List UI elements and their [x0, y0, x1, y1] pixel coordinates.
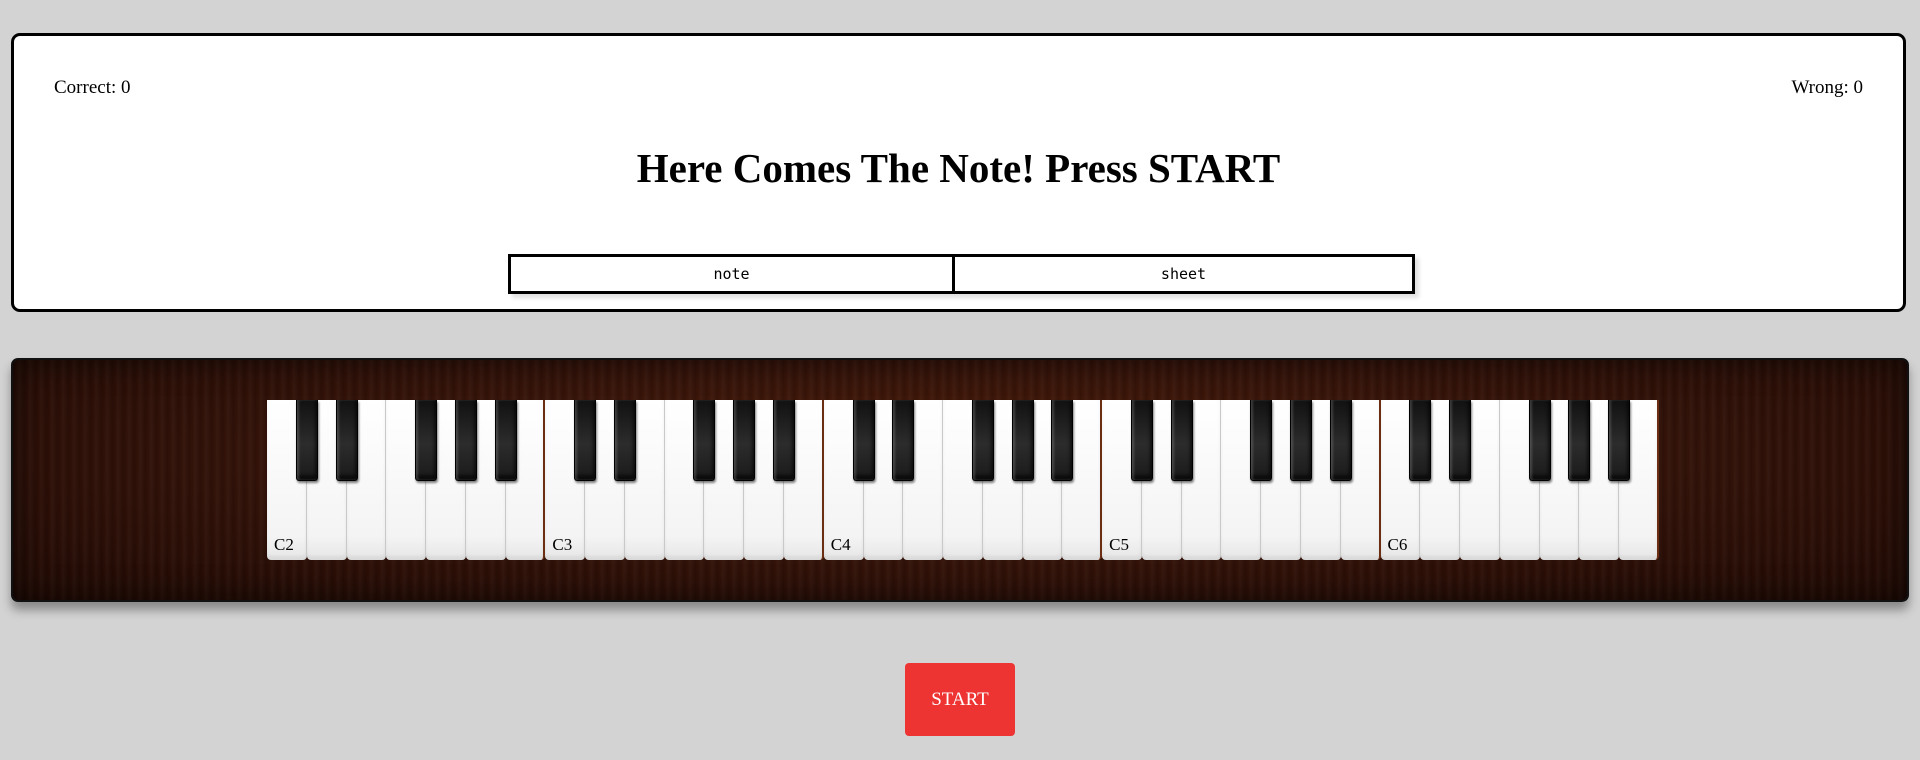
octave-label: C5 — [1109, 535, 1129, 554]
black-key-d-sharp4[interactable] — [892, 400, 915, 481]
black-key-f-sharp2[interactable] — [415, 400, 438, 481]
sheet-mode-button[interactable]: sheet — [955, 254, 1415, 294]
octave-label: C6 — [1387, 535, 1408, 554]
black-key-f-sharp6[interactable] — [1528, 400, 1551, 481]
piano-keyboard: C2 C3 C4 C5 C6 — [267, 400, 1659, 560]
black-key-a-sharp6[interactable] — [1608, 400, 1631, 481]
black-key-f-sharp5[interactable] — [1250, 400, 1273, 481]
black-key-d-sharp2[interactable] — [335, 400, 358, 481]
octave-label: C2 — [274, 535, 294, 554]
black-key-c-sharp3[interactable] — [574, 400, 597, 481]
black-key-f-sharp4[interactable] — [971, 400, 994, 481]
black-key-d-sharp3[interactable] — [613, 400, 636, 481]
score-panel: Correct: 0 Wrong: 0 Here Comes The Note!… — [11, 33, 1906, 312]
black-key-g-sharp5[interactable] — [1290, 400, 1313, 481]
black-key-c-sharp2[interactable] — [295, 400, 318, 481]
start-button[interactable]: START — [905, 663, 1015, 736]
black-key-d-sharp5[interactable] — [1170, 400, 1193, 481]
mode-selector: note sheet — [508, 254, 1415, 294]
game-title: Here Comes The Note! Press START — [636, 145, 1281, 191]
piano-case: C2 C3 C4 C5 C6 — [11, 358, 1909, 602]
black-key-c-sharp4[interactable] — [852, 400, 875, 481]
black-key-g-sharp6[interactable] — [1568, 400, 1591, 481]
note-mode-button[interactable]: note — [508, 254, 955, 294]
black-key-a-sharp3[interactable] — [773, 400, 795, 481]
correct-count: Correct: 0 — [54, 77, 131, 98]
wrong-count: Wrong: 0 — [1791, 77, 1863, 98]
black-key-a-sharp2[interactable] — [494, 400, 517, 481]
black-key-c-sharp5[interactable] — [1130, 400, 1153, 481]
black-key-g-sharp3[interactable] — [733, 400, 756, 481]
black-key-a-sharp5[interactable] — [1329, 400, 1352, 481]
black-key-g-sharp2[interactable] — [454, 400, 477, 481]
black-key-d-sharp6[interactable] — [1449, 400, 1472, 481]
octave-label: C4 — [830, 535, 851, 554]
octave-label: C3 — [552, 535, 573, 554]
black-key-f-sharp3[interactable] — [693, 400, 716, 481]
black-key-g-sharp4[interactable] — [1011, 400, 1034, 481]
black-key-c-sharp6[interactable] — [1409, 400, 1432, 481]
black-key-a-sharp4[interactable] — [1051, 400, 1074, 481]
